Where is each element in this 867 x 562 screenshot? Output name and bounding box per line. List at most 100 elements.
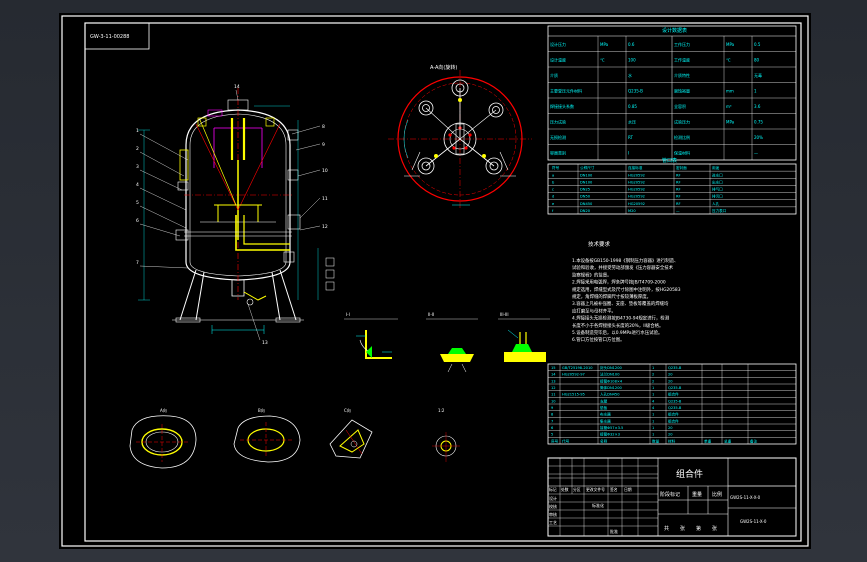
design-data-title: 设计数据表 [662,27,687,34]
cad-viewport[interactable]: GW-3-11-00288 1 2 3 4 5 6 7 8 9 10 11 12… [0,0,867,562]
parts-cell: 布水器 [600,412,611,417]
tech-req-line: 长度不小于各焊接接头长度的20%，II级合格。 [572,322,663,329]
parts-cell: 1 [652,426,654,430]
design-data-cell: 工作温度 [674,57,690,63]
title-header-cell: 分区 [573,487,581,492]
design-data-cell: 0.5 [754,42,761,47]
parts-header-cell: 备注 [750,438,758,443]
callout-4: 4 [136,182,139,188]
parts-header-cell: 序号 [551,438,559,443]
nozzle-cell: DN450 [580,202,593,206]
nozzle-cell: 排污口 [712,194,723,199]
tech-req-title: 技术要求 [588,240,611,248]
design-data-cell: 试验压力 [674,119,690,125]
nozzle-cell: RF [676,188,681,192]
parts-cell: 20 [668,433,673,437]
parts-cell: 20 [668,426,673,430]
nozzle-cell: RF [676,202,681,206]
parts-cell: 支腿 [600,398,608,403]
nozzle-header-cell: 连接标准 [628,165,643,170]
detail-ratio-label: 1:2 [438,408,445,413]
parts-cell: HG20592-97 [562,373,585,377]
callout-8: 8 [322,124,325,130]
nozzle-cell: 进水口 [712,172,723,177]
parts-cell: 筒体DN1200 [600,385,623,390]
parts-cell: 接管Φ108×4 [600,378,623,383]
nozzle-cell: — [676,209,680,213]
nozzle-table-title: 管口表 [662,157,677,164]
parts-cell: 11 [551,393,556,397]
nozzle-cell: 排气口 [712,187,723,192]
design-data-cell: — [754,151,758,156]
sheet-total-unit: 张 [680,525,685,532]
parts-cell: 2 [652,379,654,383]
assembly-title: 组合件 [676,468,703,480]
parts-cell: 1 [652,366,654,370]
callout-3: 3 [136,164,139,170]
callout-14: 14 [234,84,240,90]
nozzle-cell: HG20592 [628,180,645,184]
design-data-cell: 0.85 [628,104,637,109]
nozzle-cell: 人孔 [712,201,720,206]
parts-cell: 1 [652,386,654,390]
nozzle-cell: RF [676,180,681,184]
design-data-cell: 20% [754,135,763,140]
nozzle-cell: RF [676,173,681,177]
design-data-cell: 容器类别 [550,150,566,156]
section-1-label: I-I [346,312,350,317]
design-data-cell: 介质特性 [674,72,690,78]
std-label: 标准化 [592,502,604,508]
design-data-cell: ℃ [726,58,731,63]
section-3-label: III-III [500,312,509,317]
title-header-cell: 日期 [624,487,632,492]
parts-header-cell: 名称 [600,438,608,443]
parts-cell: 法兰DN100 [600,372,620,377]
drawing-code-right: GW2S-11-X-0 [740,519,767,524]
tech-req-line: 应打磨至与母材齐平。 [572,307,616,314]
design-data-cell: 保温材料 [674,150,690,156]
tech-req-line: 6.管口方位按管口方位图。 [572,336,625,343]
parts-cell: 14 [551,373,556,377]
parts-header-cell: 代号 [562,438,570,443]
tech-req-line: 监察规程》的监督。 [572,271,612,278]
drawing-sheet: GW-3-11-00288 1 2 3 4 5 6 7 8 9 10 11 12… [59,13,811,549]
nozzle-header-cell: 用途 [712,165,720,170]
nozzle-header-cell: 符号 [552,165,560,170]
title-row-label: 设计 [549,495,557,501]
nozzle-cell: 出水口 [712,179,723,184]
parts-cell: 接管Φ32×3 [600,432,620,437]
parts-header-cell: 数量 [652,438,660,443]
stage-label: 阶段标记 [660,491,680,498]
callout-2: 2 [136,146,139,152]
design-data-cell: MPa [726,42,735,47]
design-data-cell: 工作压力 [674,41,690,47]
design-data-cell: m³ [726,104,732,109]
parts-cell: 10 [551,399,556,403]
parts-header-cell: 总重 [724,438,732,443]
design-data-cell: MPa [726,120,735,125]
callout-13: 13 [262,340,268,346]
tech-req-line: 试验和验收，并接受劳动部颁发《压力容器安全技术 [572,264,674,271]
callout-10: 10 [322,168,328,174]
parts-cell: 12 [551,386,556,390]
title-row-label: 工艺 [549,520,557,525]
detail-b-label: B向 [258,407,265,413]
design-data-cell: 介质 [550,72,558,78]
design-data-cell: 无毒 [754,72,762,78]
design-data-cell: 设计温度 [550,57,566,63]
plan-view-label: A-A向(旋转) [430,64,457,71]
parts-cell: 集水器 [600,418,611,423]
drawing-number-text: GW-3-11-00288 [90,34,129,40]
nozzle-cell: DN100 [580,173,593,177]
design-data-cell: mm [726,89,734,94]
design-data-cell: 检测比例 [674,134,690,140]
tech-req-line: 3.容器上凡被补强圈、支座、垫板等覆盖的焊缝均 [572,300,669,307]
design-data-cell: MPa [600,42,609,47]
nozzle-cell: HG20592 [628,195,645,199]
nozzle-cell: M20 [628,209,636,213]
parts-cell: 组合件 [668,418,679,423]
parts-cell: 组合件 [668,392,679,397]
design-data-cell: Q235-B [628,89,643,94]
nozzle-cell: HG20592 [628,173,645,177]
sheet-total-label: 共 [664,525,669,532]
